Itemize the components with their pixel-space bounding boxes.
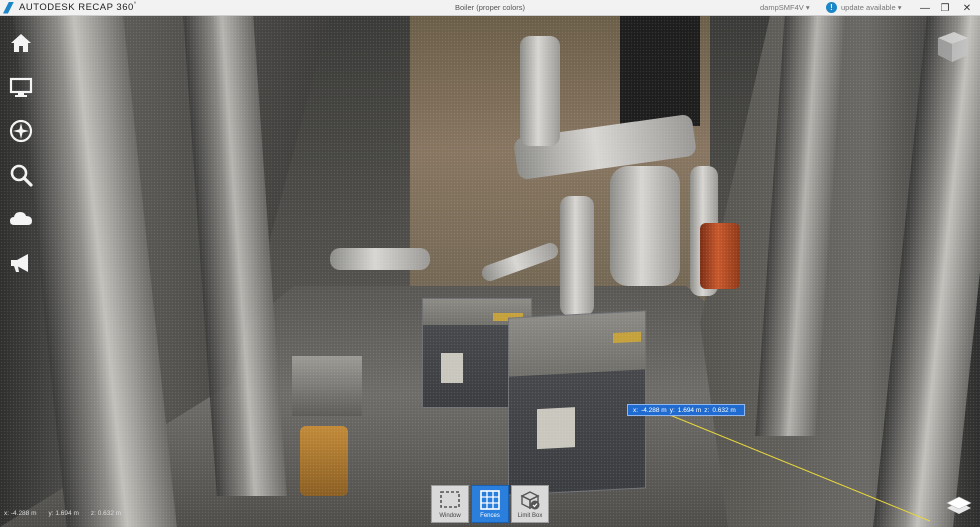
coord-z: z: 0.632 m xyxy=(90,510,122,517)
elbow-pipe xyxy=(610,166,680,286)
compass-icon xyxy=(9,119,33,143)
left-nav xyxy=(4,26,38,290)
coord-x: x: -4.288 m xyxy=(4,510,37,517)
measure-z: 0.632 m xyxy=(712,406,736,414)
home-button[interactable] xyxy=(4,26,38,60)
coordinate-readout: x: -4.288 m y: 1.694 m z: 0.632 m xyxy=(4,510,133,517)
measure-y: 1.694 m xyxy=(677,406,702,414)
back-opening xyxy=(620,16,700,126)
boiler-right xyxy=(508,310,646,496)
measure-x-label: x: xyxy=(633,406,639,414)
coord-y: y: 1.694 m xyxy=(48,510,79,517)
minimize-button[interactable]: — xyxy=(916,0,934,16)
autodesk-logo-icon xyxy=(3,1,14,14)
title-bar: AUTODESK RECAP 360° Boiler (proper color… xyxy=(0,0,980,16)
red-tank xyxy=(700,223,740,289)
brand: AUTODESK RECAP 360° xyxy=(0,0,137,16)
product-mark: ° xyxy=(133,1,137,8)
recap-app: AUTODESK RECAP 360° Boiler (proper color… xyxy=(0,0,980,527)
cloud-icon xyxy=(10,212,32,225)
horizontal-pipe xyxy=(330,248,430,270)
measurement-tag[interactable]: x: -4.288 m y: 1.694 m z: 0.632 m xyxy=(627,404,745,416)
window-select-label: Window xyxy=(439,513,461,519)
measure-x: -4.288 m xyxy=(641,406,667,414)
product-name: RECAP 360 xyxy=(78,2,134,14)
home-icon xyxy=(11,34,31,52)
megaphone-icon xyxy=(11,254,28,272)
box-check-icon xyxy=(520,491,540,510)
brand-name: AUTODESK xyxy=(19,2,76,14)
restore-button[interactable]: ❐ xyxy=(936,0,954,16)
navigate-button[interactable] xyxy=(4,114,38,148)
search-icon xyxy=(10,164,33,187)
measure-z-label: z: xyxy=(704,406,710,414)
view-cube-icon[interactable] xyxy=(932,30,972,64)
measure-y-label: y: xyxy=(669,406,675,414)
search-button[interactable] xyxy=(4,158,38,192)
grid-icon xyxy=(480,490,500,510)
limit-box-button[interactable]: Limit Box xyxy=(511,485,549,523)
boiler-right-stripe xyxy=(613,331,641,344)
display-button[interactable] xyxy=(4,70,38,104)
dashed-rectangle-icon xyxy=(440,491,460,508)
user-menu[interactable]: dampSMF4V ▾ xyxy=(760,3,810,12)
vertical-pipe xyxy=(560,196,594,316)
monitor-icon xyxy=(9,77,33,97)
point-cloud-viewport[interactable] xyxy=(0,16,980,527)
upper-pipe xyxy=(520,36,560,146)
orange-tank xyxy=(300,426,348,496)
fences-select-label: Fences xyxy=(480,513,500,519)
update-icon: ! xyxy=(826,2,837,13)
boiler-right-top xyxy=(509,311,645,377)
fences-select-button[interactable]: Fences xyxy=(471,485,509,523)
cloud-button[interactable] xyxy=(4,202,38,236)
selection-toolbar: Window Fences Limit Box xyxy=(431,485,551,523)
limit-box-label: Limit Box xyxy=(517,513,543,519)
close-button[interactable]: ✕ xyxy=(958,0,976,16)
layers-icon[interactable] xyxy=(944,490,974,520)
update-label: update available ▾ xyxy=(841,3,902,12)
control-box xyxy=(292,356,362,416)
boiler-left-plate xyxy=(441,353,463,383)
announce-button[interactable] xyxy=(4,246,38,280)
boiler-right-plate xyxy=(537,407,575,450)
update-menu[interactable]: ! update available ▾ xyxy=(826,2,901,13)
window-select-button[interactable]: Window xyxy=(431,485,469,523)
brand-text: AUTODESK RECAP 360° xyxy=(19,2,137,13)
